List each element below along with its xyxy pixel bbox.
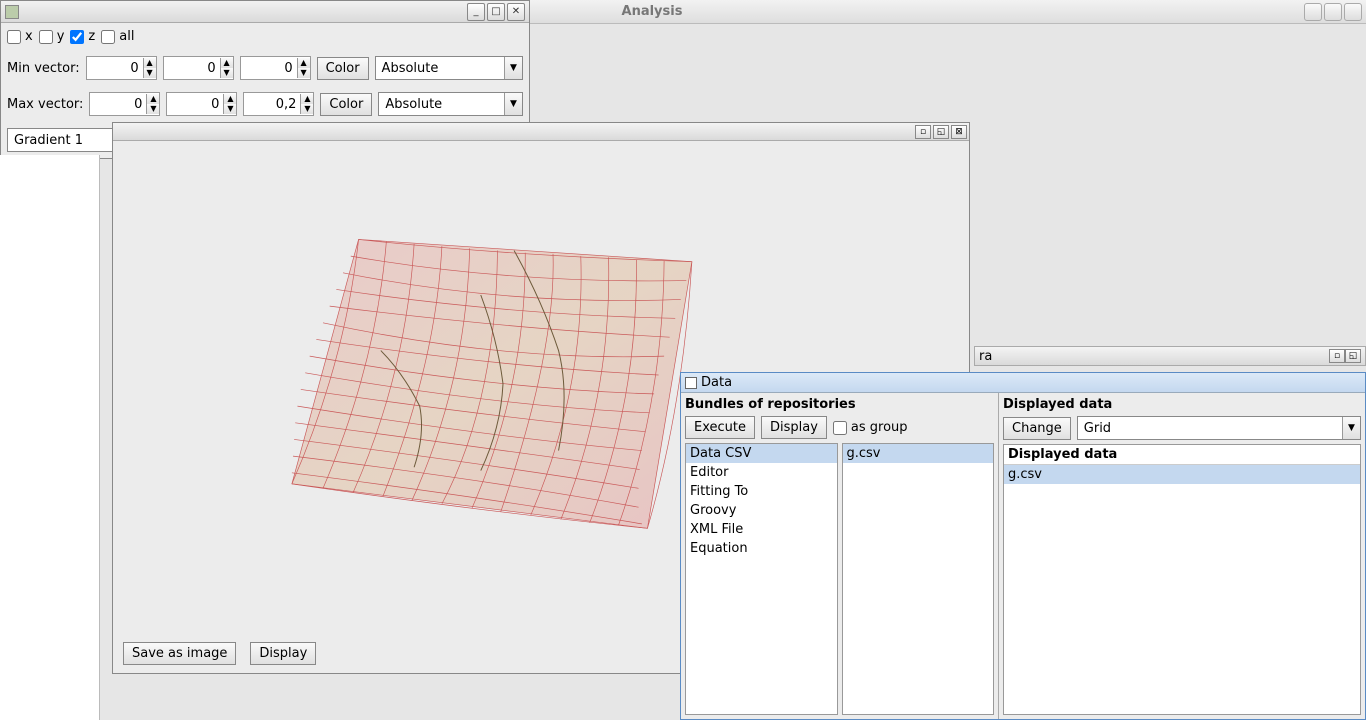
- ra-iconify-button[interactable]: ▫: [1329, 349, 1345, 363]
- checkbox-x[interactable]: x: [7, 29, 33, 44]
- change-mode-select[interactable]: Grid▼: [1077, 416, 1361, 440]
- list-item[interactable]: Editor: [686, 463, 837, 482]
- max-y-spinner[interactable]: ▲▼: [166, 92, 237, 116]
- plot-maximize-button[interactable]: ◱: [933, 125, 949, 139]
- app-minimize-button[interactable]: [1304, 3, 1322, 21]
- checkbox-z[interactable]: z: [70, 29, 95, 44]
- plot-display-button[interactable]: Display: [250, 642, 316, 665]
- ra-label: ra: [979, 349, 992, 364]
- vector-panel-titlebar[interactable]: _ □ ✕: [1, 1, 529, 23]
- plot-close-button[interactable]: ⊠: [951, 125, 967, 139]
- plot-iconify-button[interactable]: ▫: [915, 125, 931, 139]
- min-color-mode-select[interactable]: Absolute▼: [375, 56, 523, 80]
- ra-titlebar[interactable]: ra ▫ ◱: [974, 346, 1366, 366]
- displayed-label: Displayed data: [1003, 397, 1361, 412]
- panel-maximize-button[interactable]: □: [487, 3, 505, 21]
- data-window-titlebar[interactable]: Data: [681, 373, 1365, 393]
- left-sidebar: [0, 155, 100, 720]
- min-y-spinner[interactable]: ▲▼: [163, 56, 234, 80]
- change-button[interactable]: Change: [1003, 417, 1071, 440]
- app-maximize-button[interactable]: [1324, 3, 1342, 21]
- plot-titlebar: ▫ ◱ ⊠: [113, 123, 969, 141]
- execute-button[interactable]: Execute: [685, 416, 755, 439]
- list-item[interactable]: g.csv: [1004, 465, 1360, 484]
- max-vector-label: Max vector:: [7, 97, 83, 112]
- data-display-button[interactable]: Display: [761, 416, 827, 439]
- as-group-checkbox[interactable]: as group: [833, 420, 908, 435]
- panel-minimize-button[interactable]: _: [467, 3, 485, 21]
- max-color-button[interactable]: Color: [320, 93, 372, 116]
- app-close-button[interactable]: [1344, 3, 1362, 21]
- bundles-label: Bundles of repositories: [685, 397, 994, 412]
- java-icon: [5, 5, 19, 19]
- min-z-spinner[interactable]: ▲▼: [240, 56, 311, 80]
- repo-type-list[interactable]: Data CSV Editor Fitting To Groovy XML Fi…: [685, 443, 838, 715]
- data-window-title: Data: [701, 375, 732, 390]
- min-x-spinner[interactable]: ▲▼: [86, 56, 157, 80]
- checkbox-all[interactable]: all: [101, 29, 134, 44]
- list-item[interactable]: Equation: [686, 539, 837, 558]
- displayed-data-list[interactable]: Displayed data g.csv: [1003, 444, 1361, 715]
- list-item[interactable]: XML File: [686, 520, 837, 539]
- list-item[interactable]: Fitting To: [686, 482, 837, 501]
- save-as-image-button[interactable]: Save as image: [123, 642, 236, 665]
- max-color-mode-select[interactable]: Absolute▼: [378, 92, 523, 116]
- min-color-button[interactable]: Color: [317, 57, 369, 80]
- ra-maximize-button[interactable]: ◱: [1345, 349, 1361, 363]
- panel-close-button[interactable]: ✕: [507, 3, 525, 21]
- max-z-spinner[interactable]: ▲▼: [243, 92, 314, 116]
- list-item[interactable]: Groovy: [686, 501, 837, 520]
- max-x-spinner[interactable]: ▲▼: [89, 92, 160, 116]
- file-list[interactable]: g.csv: [842, 443, 995, 715]
- data-window: Data Bundles of repositories Execute Dis…: [680, 372, 1366, 720]
- checkbox-y[interactable]: y: [39, 29, 65, 44]
- displayed-header: Displayed data: [1004, 445, 1360, 465]
- list-item[interactable]: g.csv: [843, 444, 994, 463]
- min-vector-label: Min vector:: [7, 61, 80, 76]
- document-icon: [685, 377, 697, 389]
- list-item[interactable]: Data CSV: [686, 444, 837, 463]
